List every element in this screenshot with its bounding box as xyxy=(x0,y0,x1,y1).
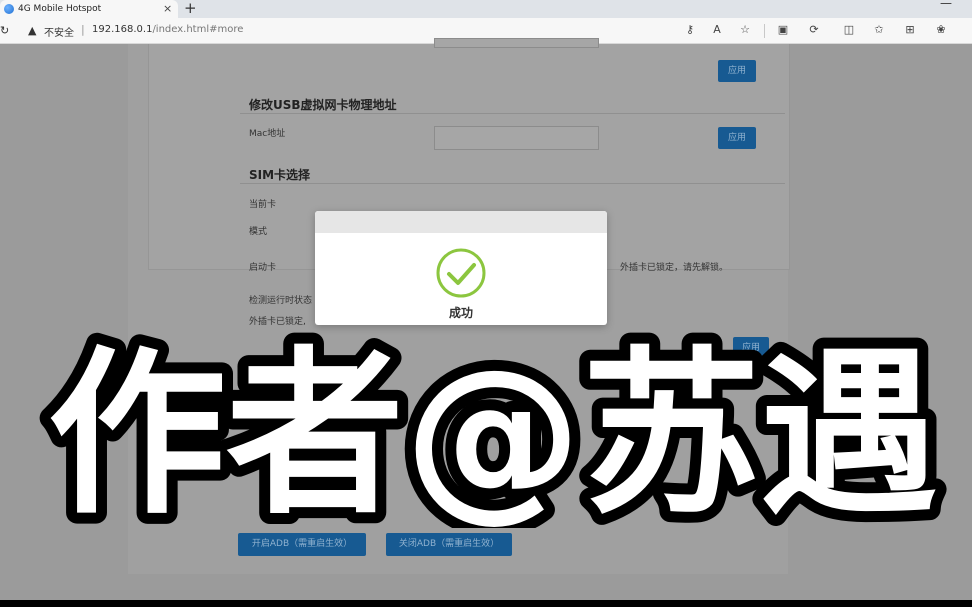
success-dialog: 成功 xyxy=(315,211,607,325)
collections-icon[interactable]: ⊞ xyxy=(903,23,917,37)
tab-strip: 4G Mobile Hotspot × + — xyxy=(0,0,972,18)
mac-section-title: 修改USB虚拟网卡物理地址 xyxy=(249,98,397,112)
sim-section-title: SIM卡选择 xyxy=(249,168,311,182)
url-host: 192.168.0.1 xyxy=(92,24,153,35)
new-tab-icon[interactable]: + xyxy=(184,0,197,17)
close-icon[interactable]: × xyxy=(163,0,172,18)
url-input[interactable]: 192.168.0.1/index.html#more xyxy=(92,24,243,35)
taskbar xyxy=(0,600,972,607)
read-aloud-icon[interactable]: A xyxy=(710,23,724,37)
previous-input[interactable] xyxy=(434,38,599,48)
tab-title: 4G Mobile Hotspot xyxy=(18,4,102,14)
warning-icon[interactable]: ▲ xyxy=(28,24,36,37)
boot-card-label: 启动卡 xyxy=(249,263,277,273)
enable-adb-button[interactable]: 开启ADB（需重启生效） xyxy=(238,533,366,556)
divider xyxy=(240,183,785,184)
url-path: /index.html#more xyxy=(152,24,244,35)
locked-note: 外插卡已锁定，请先解锁。 xyxy=(620,263,729,273)
dialog-header xyxy=(315,211,607,233)
author-watermark: 作者@苏遇 xyxy=(37,320,949,528)
minimize-icon[interactable]: — xyxy=(940,0,952,10)
key-icon[interactable]: ⚷ xyxy=(683,23,697,37)
disable-adb-button[interactable]: 关闭ADB（需重启生效） xyxy=(386,533,512,556)
copilot-icon[interactable]: ❀ xyxy=(934,23,948,37)
favorites-icon[interactable]: ✩ xyxy=(872,23,886,37)
extensions-icon[interactable]: ⟳ xyxy=(807,23,821,37)
detect-status-label: 检测运行时状态 xyxy=(249,296,313,306)
mac-address-input[interactable] xyxy=(434,126,599,150)
toolbar-divider xyxy=(764,24,765,38)
divider xyxy=(240,113,785,114)
mac-apply-button[interactable]: 应用 xyxy=(718,127,756,149)
watermark-text: 作者@苏遇 xyxy=(48,331,938,528)
mac-label: Mac地址 xyxy=(249,129,286,139)
globe-icon xyxy=(4,4,14,14)
insecure-label[interactable]: 不安全 xyxy=(44,24,74,39)
success-check-icon xyxy=(436,248,486,298)
refresh-icon[interactable]: ↻ xyxy=(0,24,9,37)
mode-label: 模式 xyxy=(249,227,268,237)
address-separator: | xyxy=(81,23,85,36)
split-screen-icon[interactable]: ◫ xyxy=(842,23,856,37)
current-card-label: 当前卡 xyxy=(249,200,277,210)
tab-4g-hotspot[interactable]: 4G Mobile Hotspot × xyxy=(0,0,178,18)
app-icon[interactable]: ▣ xyxy=(776,23,790,37)
apply-button-top[interactable]: 应用 xyxy=(718,60,756,82)
favorite-star-icon[interactable]: ☆ xyxy=(738,23,752,37)
